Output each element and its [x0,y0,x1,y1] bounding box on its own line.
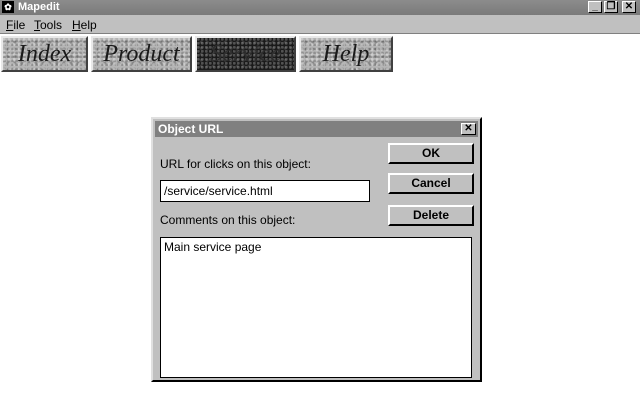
menu-bar: File Tools Help [0,15,640,34]
maximize-button[interactable]: ❐ [604,1,618,13]
nav-button-index[interactable]: Index [1,36,88,72]
comments-label: Comments on this object: [160,213,296,227]
url-input[interactable]: /service/service.html [160,180,370,202]
cancel-button[interactable]: Cancel [388,173,474,194]
window-titlebar[interactable]: ✿ Mapedit _ ❐ ✕ [0,0,640,15]
menu-help-mnemonic: H [72,18,81,32]
nav-button-service[interactable]: Service [195,36,296,72]
comments-textarea[interactable]: Main service page [160,237,472,378]
window-title: Mapedit [18,1,60,13]
menu-file[interactable]: File [6,18,25,32]
delete-button[interactable]: Delete [388,205,474,226]
dialog-close-icon[interactable]: ✕ [461,123,476,135]
close-button[interactable]: ✕ [622,1,636,13]
nav-button-product[interactable]: Product [91,36,192,72]
nav-button-help[interactable]: Help [299,36,393,72]
url-label: URL for clicks on this object: [160,157,311,171]
dialog-title: Object URL [158,122,224,136]
menu-help-label: elp [80,18,97,32]
app-icon[interactable]: ✿ [2,1,14,13]
menu-file-label: ile [13,18,26,32]
minimize-button[interactable]: _ [588,1,602,13]
menu-tools[interactable]: Tools [34,18,62,32]
dialog-titlebar[interactable]: Object URL ✕ [155,121,478,137]
ok-button[interactable]: OK [388,143,474,164]
menu-help[interactable]: Help [72,18,97,32]
object-url-dialog: Object URL ✕ URL for clicks on this obje… [151,117,482,382]
menu-tools-label: ools [40,18,63,32]
